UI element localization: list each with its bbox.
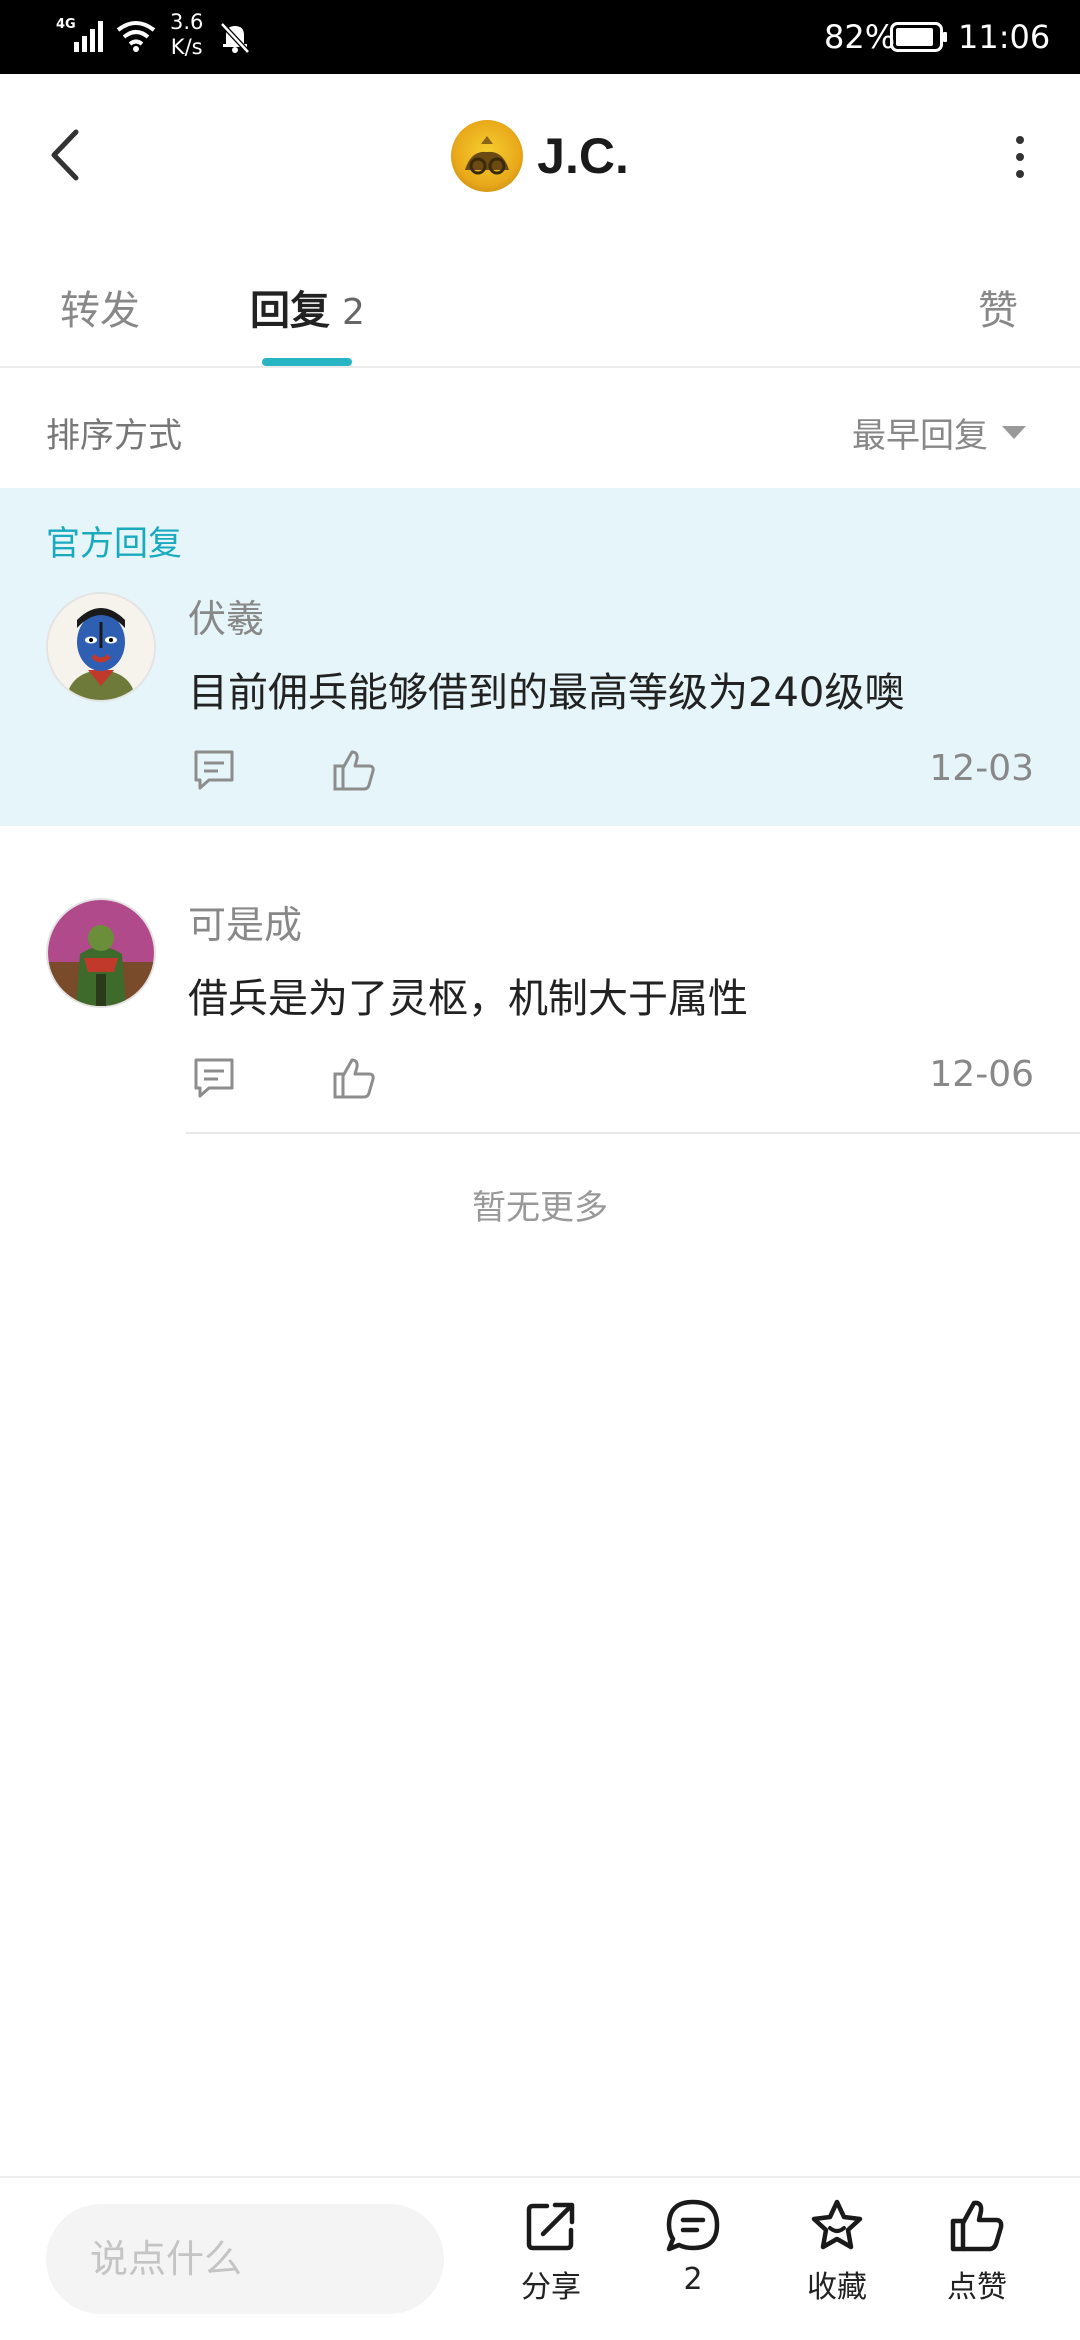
reply-content: 借兵是为了灵枢，机制大于属性 [188,976,748,1022]
signal-icon [74,21,103,52]
thumbs-up-icon [950,2200,1004,2252]
like-button[interactable]: 点赞 [922,2196,1032,2336]
comment-input[interactable] [46,2204,444,2314]
sort-label: 排序方式 [46,416,182,456]
tab-forward[interactable]: 转发 [60,278,140,336]
comment-bubble-icon [666,2199,720,2252]
avatar[interactable] [46,592,156,702]
comment-count: 2 [683,2262,703,2297]
reply-author[interactable]: 伏羲 [188,588,264,643]
no-more-text: 暂无更多 [472,1188,608,1228]
avatar[interactable] [46,898,156,1008]
sort-bar: 排序方式 最早回复 [0,368,1080,488]
bottom-bar: 分享 2 收藏 点赞 [0,2176,1080,2340]
header-title-group: J.C. [0,118,1080,194]
sort-value: 最早回复 [852,416,988,456]
reply-item: 可是成 借兵是为了灵枢，机制大于属性 12-06 [0,826,1080,1132]
share-button[interactable]: 分享 [496,2196,606,2336]
avatar[interactable] [451,120,524,192]
reply-count: 2 [342,292,365,333]
reply-like-button[interactable] [326,742,382,798]
favorite-button[interactable]: 收藏 [782,2196,892,2336]
tab-indicator [262,358,352,366]
avatar-image [48,900,154,1006]
battery-percent: 82% [824,18,896,56]
network-speed: 3.6 K/s [170,10,204,59]
sort-dropdown[interactable]: 最早回复 [852,408,1026,457]
like-label: 点赞 [947,2270,1007,2305]
reply-comment-button[interactable] [186,1050,242,1106]
tab-bar: 转发 回复 2 赞 [0,250,1080,368]
header: J.C. [0,74,1080,250]
reply-date: 12-03 [929,748,1034,789]
avatar-image [48,594,154,700]
tab-likes[interactable]: 赞 [978,278,1018,336]
share-label: 分享 [521,2270,581,2305]
page-title: J.C. [537,128,629,184]
thumbs-up-icon [333,750,375,791]
network-type: 4G [56,17,76,32]
caret-down-icon [1002,426,1026,439]
clock: 11:06 [958,18,1051,56]
reply-item: 伏羲 目前佣兵能够借到的最高等级为240级噢 12-03 [0,488,1080,826]
reply-like-button[interactable] [326,1050,382,1106]
comment-count-button[interactable]: 2 [638,2196,748,2336]
favorite-label: 收藏 [807,2270,867,2305]
reply-comment-button[interactable] [186,742,242,798]
reply-content: 目前佣兵能够借到的最高等级为240级噢 [188,670,905,716]
tab-replies[interactable]: 回复 2 [250,278,365,336]
star-icon [811,2199,863,2250]
more-vertical-icon [1016,136,1024,144]
reply-author[interactable]: 可是成 [188,894,302,949]
avatar-image [465,136,510,175]
reply-date: 12-06 [929,1054,1034,1095]
mute-bell-icon [220,22,250,54]
comment-icon [194,1058,234,1098]
comment-icon [194,750,234,790]
wifi-icon [116,21,156,52]
battery-icon [890,22,947,52]
status-bar: 4G 3.6 K/s 82% 11:06 [0,0,1080,74]
thumbs-up-icon [333,1058,375,1099]
share-icon [526,2202,575,2251]
more-options-button[interactable] [1000,122,1040,192]
divider [186,1132,1080,1134]
